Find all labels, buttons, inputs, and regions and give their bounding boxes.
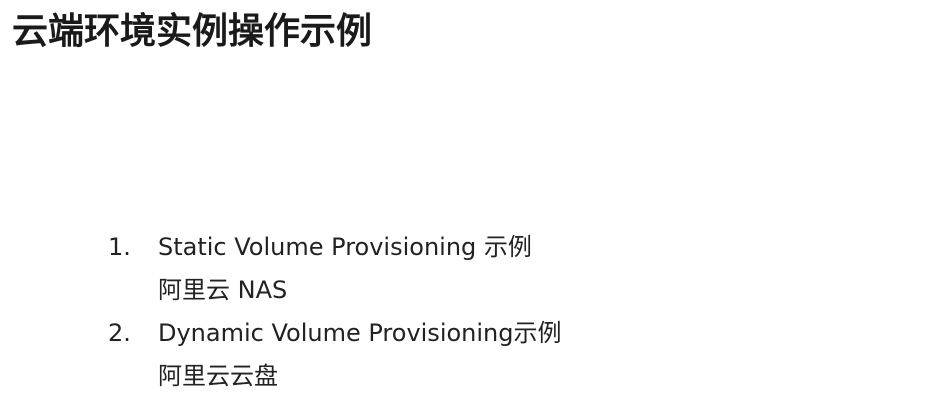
- list-item-subtitle: 阿里云云盘: [158, 362, 278, 390]
- slide-title: 云端环境实例操作示例: [12, 11, 373, 52]
- list-item-number: 1.: [108, 233, 131, 261]
- list-item-dynamic-provisioning: 2. Dynamic Volume Provisioning示例 阿里云云盘: [108, 312, 562, 398]
- list-item-subtitle: 阿里云 NAS: [158, 276, 288, 304]
- list-item-title: Dynamic Volume Provisioning示例: [158, 319, 562, 347]
- list-item-title: Static Volume Provisioning 示例: [158, 233, 532, 261]
- list-item-number: 2.: [108, 319, 131, 347]
- content-list: 1. Static Volume Provisioning 示例 阿里云 NAS…: [108, 226, 562, 398]
- list-item-static-provisioning: 1. Static Volume Provisioning 示例 阿里云 NAS: [108, 226, 562, 312]
